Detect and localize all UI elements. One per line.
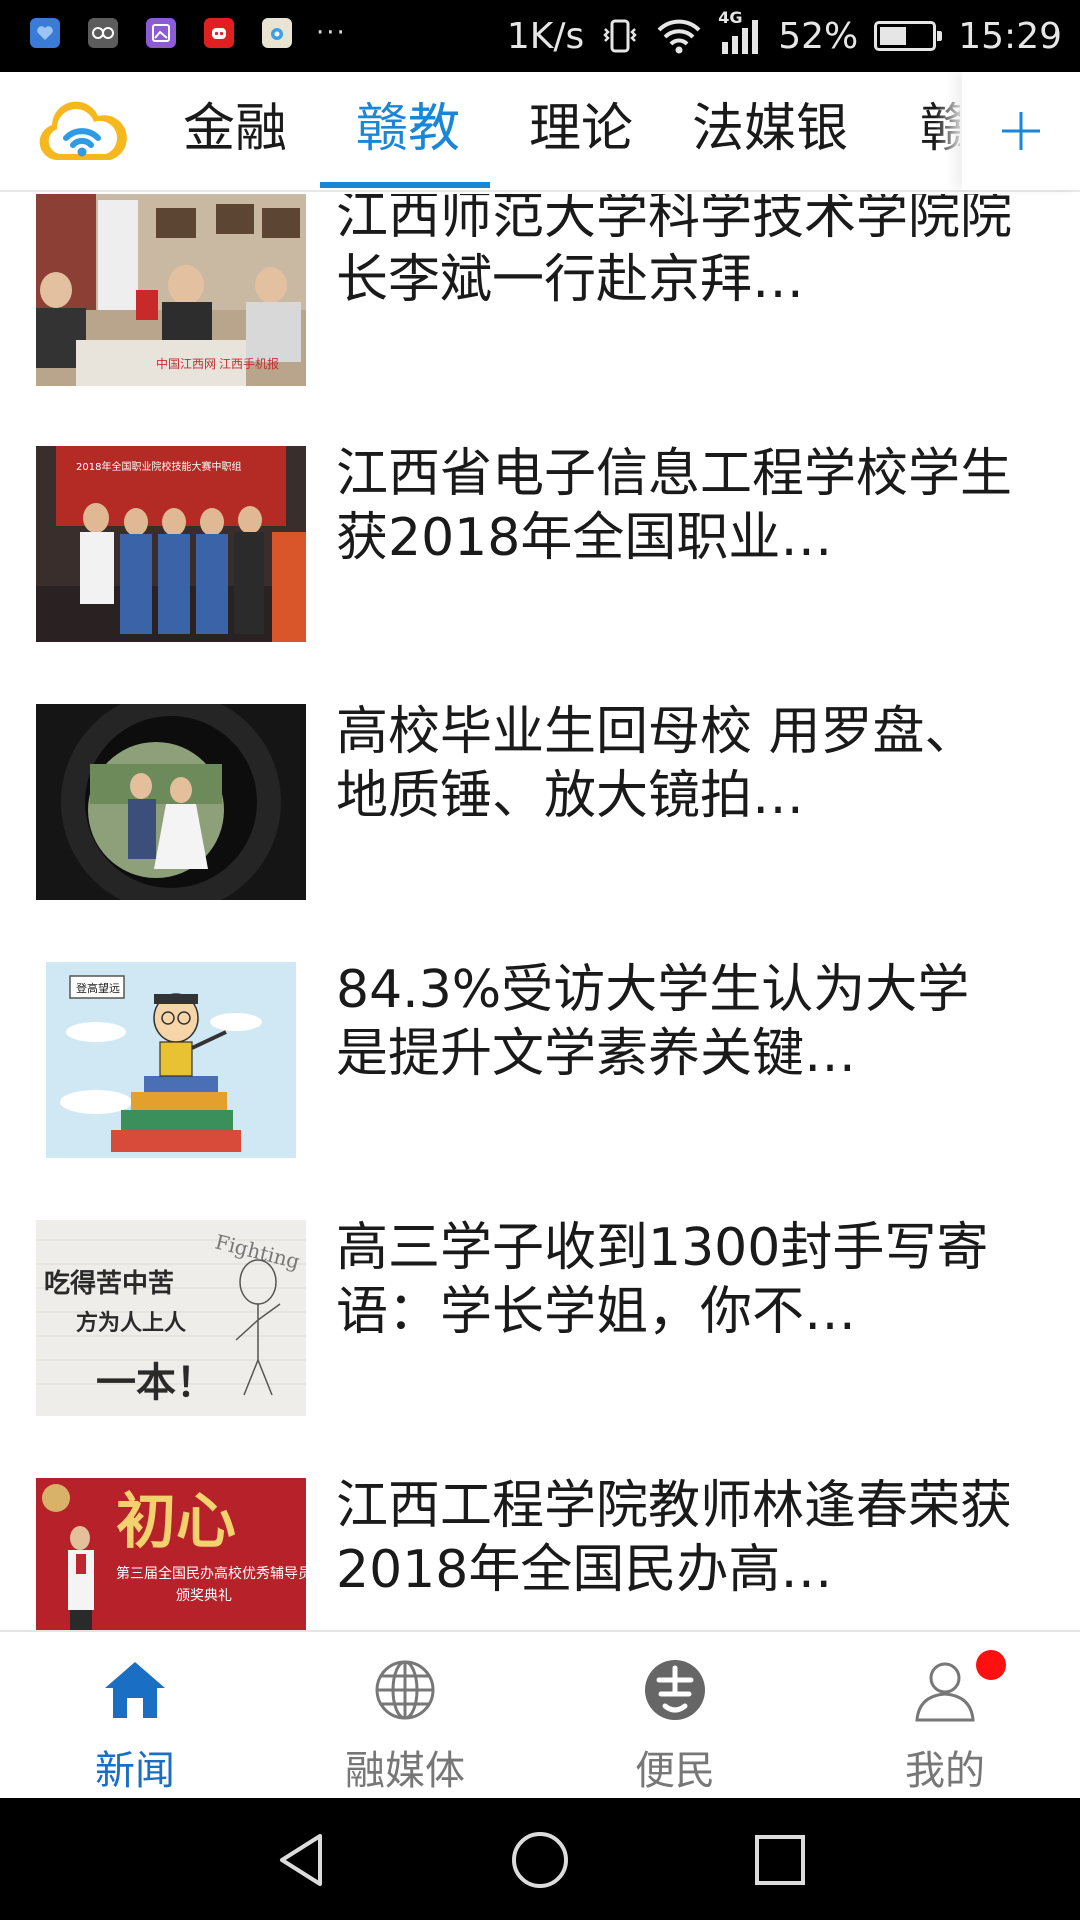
battery-percent: 52% xyxy=(778,15,859,57)
back-icon[interactable] xyxy=(270,1828,334,1892)
nav-services[interactable]: 便民 xyxy=(540,1632,810,1800)
news-thumbnail: 中国江西网 江西手机报 xyxy=(36,194,306,386)
signal-icon xyxy=(722,20,759,54)
news-title: 江西师范大学科学技术学院院长李斌一行赴京拜… xyxy=(336,194,1013,310)
news-title: 高三学子收到1300封手写寄语：学长学姐，你不… xyxy=(336,1218,989,1342)
active-tab-indicator xyxy=(320,182,490,188)
nav-label: 融媒体 xyxy=(345,1748,465,1794)
handwriting-line-2: 方为人上人 xyxy=(76,1310,186,1336)
news-title: 江西工程学院教师林逢春荣获2018年全国民办高… xyxy=(336,1476,1013,1600)
gallery-app-icon xyxy=(146,18,176,48)
nav-label: 我的 xyxy=(905,1748,985,1794)
news-thumbnail xyxy=(36,704,306,900)
app-notification-icon xyxy=(30,18,60,48)
battery-level xyxy=(880,27,907,45)
tab-finance[interactable]: 金融 xyxy=(170,72,300,190)
news-item[interactable]: 初心 第三届全国民办高校优秀辅导员 颁奖典礼 江西工程学院教师林逢春荣获2018… xyxy=(0,1474,1080,1630)
notification-icons: ··· xyxy=(30,18,347,48)
news-item[interactable]: 高校毕业生回母校 用罗盘、地质锤、放大镜拍… xyxy=(0,700,1080,960)
home-icon xyxy=(105,1662,165,1718)
status-bar: ··· 1K/s 4G 52% 15:29 xyxy=(0,0,1080,72)
poster-subtitle: 第三届全国民办高校优秀辅导员 xyxy=(116,1565,306,1582)
news-item[interactable]: 中国江西网 江西手机报 江西师范大学科学技术学院院长李斌一行赴京拜… xyxy=(0,194,1080,444)
poster-title: 初心 xyxy=(116,1487,236,1557)
bottom-navigation: 新闻 融媒体 便民 我的 xyxy=(0,1630,1080,1798)
battery-icon xyxy=(874,21,943,51)
nav-news[interactable]: 新闻 xyxy=(0,1632,270,1800)
plus-icon xyxy=(1002,112,1040,150)
news-app-icon xyxy=(262,18,292,48)
poster-subtitle-2: 颁奖典礼 xyxy=(176,1587,232,1604)
app-logo-icon[interactable] xyxy=(36,94,128,170)
handwriting-line-3: 一本！ xyxy=(96,1359,216,1406)
nav-label: 便民 xyxy=(635,1748,715,1794)
news-title: 84.3%受访大学生认为大学是提升文学素养关键… xyxy=(336,960,970,1084)
network-speed: 1K/s xyxy=(506,15,585,57)
nav-profile[interactable]: 我的 xyxy=(810,1632,1080,1800)
news-thumbnail: 初心 第三届全国民办高校优秀辅导员 颁奖典礼 xyxy=(36,1478,306,1630)
more-notifications: ··· xyxy=(316,18,347,48)
notification-badge xyxy=(976,1650,1006,1680)
news-list: 中国江西网 江西手机报 江西师范大学科学技术学院院长李斌一行赴京拜… 2018年… xyxy=(0,194,1080,1630)
service-icon xyxy=(645,1660,705,1720)
nav-label: 新闻 xyxy=(95,1748,175,1794)
system-status: 1K/s 4G 52% 15:29 xyxy=(491,8,1062,62)
news-thumbnail: 2018年全国职业院校技能大赛中职组 xyxy=(36,446,306,642)
add-channel-button[interactable] xyxy=(962,72,1080,190)
nav-media[interactable]: 融媒体 xyxy=(270,1632,540,1800)
home-circle-icon[interactable] xyxy=(508,1828,572,1892)
red-app-icon xyxy=(204,18,234,48)
thumbnail-sign: 登高望远 xyxy=(76,981,120,995)
news-item[interactable]: 登高望远 84.3%受访大学生认为大学是提升文学素养关键… xyxy=(0,958,1080,1218)
thumbnail-banner: 2018年全国职业院校技能大赛中职组 xyxy=(76,460,241,473)
thumbnail-watermark: 中国江西网 江西手机报 xyxy=(156,356,279,371)
news-thumbnail: 登高望远 xyxy=(36,962,306,1158)
tab-law-media-bank[interactable]: 法媒银 xyxy=(680,72,860,190)
tab-theory[interactable]: 理论 xyxy=(516,72,646,190)
wifi-icon xyxy=(657,19,701,54)
tab-jiangxi-education[interactable]: 赣教 xyxy=(338,72,478,190)
globe-icon xyxy=(375,1660,435,1720)
handwriting-line-1: 吃得苦中苦 xyxy=(44,1269,174,1299)
news-thumbnail: 吃得苦中苦 方为人上人 一本！ Fighting xyxy=(36,1220,306,1416)
tabs-fade xyxy=(935,72,965,190)
user-icon xyxy=(915,1662,975,1722)
news-title: 江西省电子信息工程学校学生获2018年全国职业… xyxy=(336,444,1013,568)
news-item[interactable]: 2018年全国职业院校技能大赛中职组 江西省电子信息工程学校学生获2018年全国… xyxy=(0,442,1080,702)
mask-app-icon xyxy=(88,18,118,48)
vibrate-icon xyxy=(603,19,638,53)
cellular-signal: 4G xyxy=(718,8,762,58)
news-item[interactable]: 吃得苦中苦 方为人上人 一本！ Fighting 高三学子收到1300封手写寄语… xyxy=(0,1216,1080,1476)
news-title: 高校毕业生回母校 用罗盘、地质锤、放大镜拍… xyxy=(336,702,977,826)
system-navigation-bar xyxy=(0,1798,1080,1920)
clock: 15:29 xyxy=(958,15,1062,57)
channel-header: 金融 赣教 理论 法媒银 赣 xyxy=(0,72,1080,192)
recents-icon[interactable] xyxy=(748,1828,812,1892)
channel-tabs: 金融 赣教 理论 法媒银 赣 xyxy=(150,72,960,190)
